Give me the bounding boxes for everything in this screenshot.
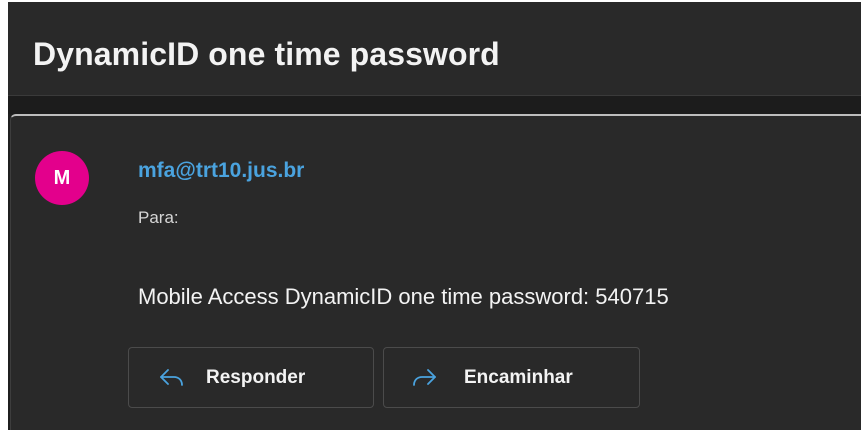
header-divider xyxy=(8,96,861,114)
sender-address[interactable]: mfa@trt10.jus.br xyxy=(138,159,304,183)
message-card: M mfa@trt10.jus.br Para: Mobile Access D… xyxy=(10,114,861,430)
reply-button-label: Responder xyxy=(206,366,306,388)
email-subject: DynamicID one time password xyxy=(33,36,500,72)
reply-button[interactable]: Responder xyxy=(128,347,374,408)
subject-header: DynamicID one time password xyxy=(8,2,861,96)
email-reading-pane: DynamicID one time password M mfa@trt10.… xyxy=(8,2,861,430)
message-body: Mobile Access DynamicID one time passwor… xyxy=(138,284,669,309)
to-label: Para: xyxy=(138,208,179,227)
forward-button-label: Encaminhar xyxy=(464,366,573,388)
forward-arrow-icon xyxy=(409,366,439,390)
reply-arrow-icon xyxy=(157,366,187,390)
sender-avatar[interactable]: M xyxy=(35,151,89,205)
forward-button[interactable]: Encaminhar xyxy=(383,347,640,408)
